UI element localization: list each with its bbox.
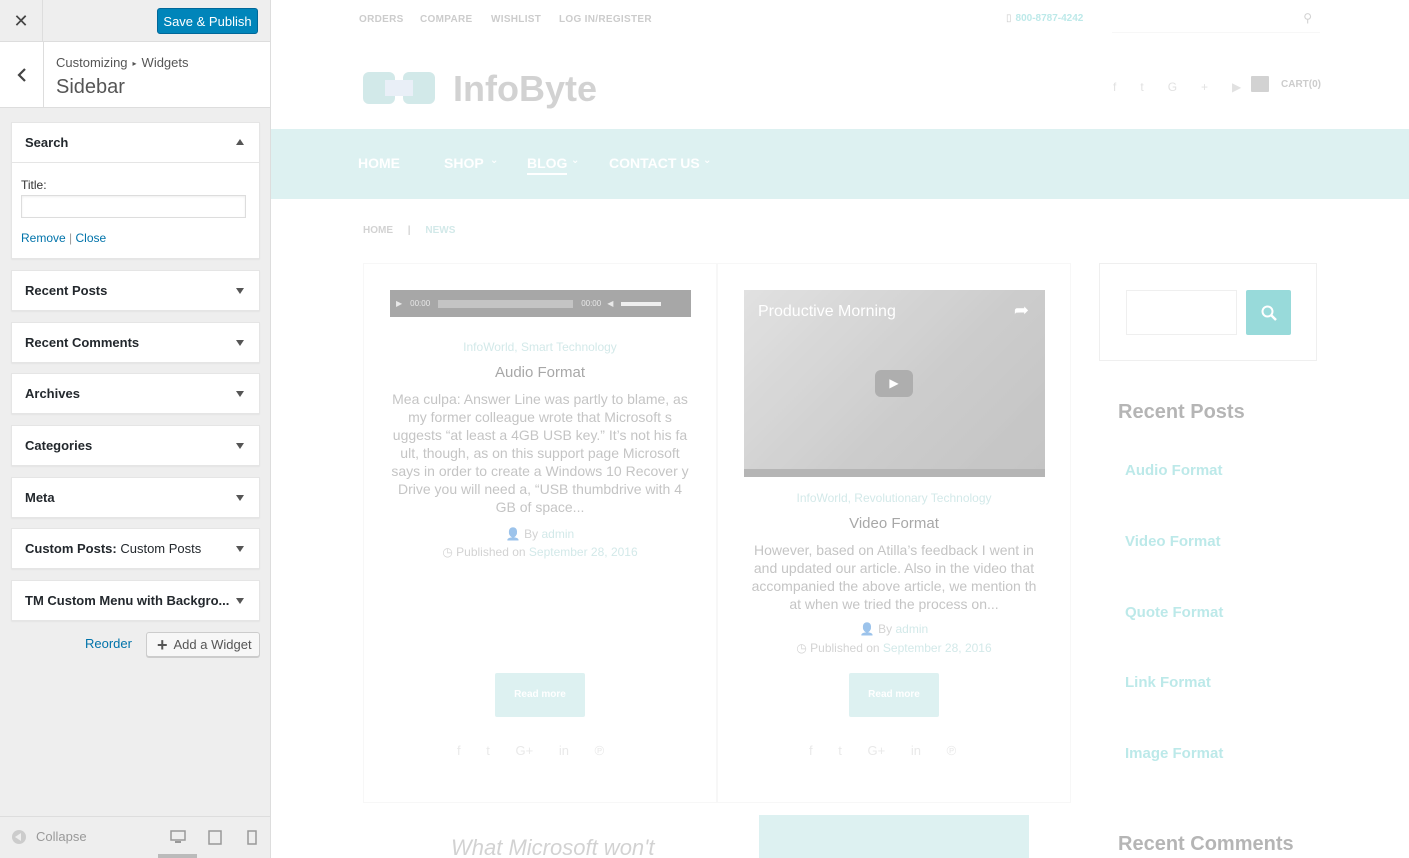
widget-recent-posts[interactable]: Recent Posts (11, 270, 260, 311)
tablet-icon (208, 830, 222, 845)
add-widget-button[interactable]: + Add a Widget (146, 632, 260, 657)
collapse-arrow-icon[interactable] (236, 139, 244, 145)
actions-separator: | (69, 231, 73, 245)
mobile-preview-button[interactable] (247, 830, 257, 848)
widget-title: Categories (25, 438, 93, 453)
widget-title: Meta (25, 490, 55, 505)
breadcrumb-current: Widgets (141, 55, 189, 70)
tablet-preview-button[interactable] (208, 830, 222, 848)
add-widget-label: Add a Widget (173, 637, 252, 652)
widget-title: Recent Comments (25, 335, 140, 350)
expand-arrow-icon[interactable] (236, 288, 244, 294)
widget-title: TM Custom Menu with Backgro... (25, 593, 230, 608)
plus-icon: + (157, 634, 168, 655)
expand-arrow-icon[interactable] (236, 340, 244, 346)
widget-header[interactable]: TM Custom Menu with Backgro... (12, 581, 259, 620)
section-title: Sidebar (56, 76, 125, 98)
close-customizer-button[interactable]: ✕ (0, 0, 43, 42)
widget-header[interactable]: Archives (12, 374, 259, 413)
customizer-header: ✕ Save & Publish (0, 0, 270, 42)
widget-title: Archives (25, 386, 80, 401)
widget-meta[interactable]: Meta (11, 477, 260, 518)
active-device-indicator (158, 854, 197, 858)
expand-arrow-icon[interactable] (236, 598, 244, 604)
expand-arrow-icon[interactable] (236, 443, 244, 449)
widget-subtitle: Custom Posts (116, 541, 202, 556)
collapse-label: Collapse (36, 829, 87, 844)
breadcrumb-root: Customizing (56, 55, 128, 70)
widget-actions: Remove | Close (21, 231, 250, 245)
preview-overlay (271, 0, 1409, 858)
desktop-icon (170, 830, 186, 843)
collapse-button[interactable]: Collapse (12, 829, 87, 844)
customizer-footer: Collapse (0, 816, 270, 858)
save-publish-button[interactable]: Save & Publish (157, 8, 258, 34)
expand-arrow-icon[interactable] (236, 495, 244, 501)
customizer-panel: ✕ Save & Publish Customizing ▸ Widgets Sid… (0, 0, 271, 858)
widget-header[interactable]: Meta (12, 478, 259, 517)
title-input[interactable] (21, 195, 246, 218)
widget-custom-posts[interactable]: Custom Posts: Custom Posts (11, 528, 260, 569)
widget-categories[interactable]: Categories (11, 425, 260, 466)
widget-tm-custom-menu[interactable]: TM Custom Menu with Backgro... (11, 580, 260, 621)
widget-header[interactable]: Categories (12, 426, 259, 465)
breadcrumb-arrow-icon: ▸ (132, 59, 137, 68)
site-preview: ORDERS COMPARE WISHLIST LOG IN/REGISTER … (271, 0, 1409, 858)
section-title-bar: Customizing ▸ Widgets Sidebar (0, 42, 270, 108)
widget-header[interactable]: Recent Posts (12, 271, 259, 310)
close-icon: ✕ (13, 10, 29, 31)
collapse-icon (12, 829, 26, 844)
desktop-preview-button[interactable] (170, 830, 186, 847)
breadcrumb: Customizing ▸ Widgets (56, 55, 189, 70)
widget-header[interactable]: Custom Posts: Custom Posts (12, 529, 259, 568)
mobile-icon (247, 830, 257, 845)
widget-title: Search (25, 135, 69, 150)
remove-link[interactable]: Remove (21, 231, 66, 245)
widget-header[interactable]: Search (12, 123, 259, 162)
close-link[interactable]: Close (76, 231, 107, 245)
widget-body: Title: Remove | Close (12, 162, 259, 257)
widget-archives[interactable]: Archives (11, 373, 260, 414)
widget-title: Recent Posts (25, 283, 108, 298)
widget-recent-comments[interactable]: Recent Comments (11, 322, 260, 363)
widget-title: Custom Posts: (25, 541, 117, 556)
widget-search: Search Title: Remove | Close (11, 122, 260, 259)
title-label: Title: (21, 178, 47, 192)
reorder-link[interactable]: Reorder (85, 636, 132, 651)
chevron-left-icon (16, 68, 26, 82)
expand-arrow-icon[interactable] (236, 546, 244, 552)
expand-arrow-icon[interactable] (236, 391, 244, 397)
widget-header[interactable]: Recent Comments (12, 323, 259, 362)
back-button[interactable] (0, 42, 44, 108)
